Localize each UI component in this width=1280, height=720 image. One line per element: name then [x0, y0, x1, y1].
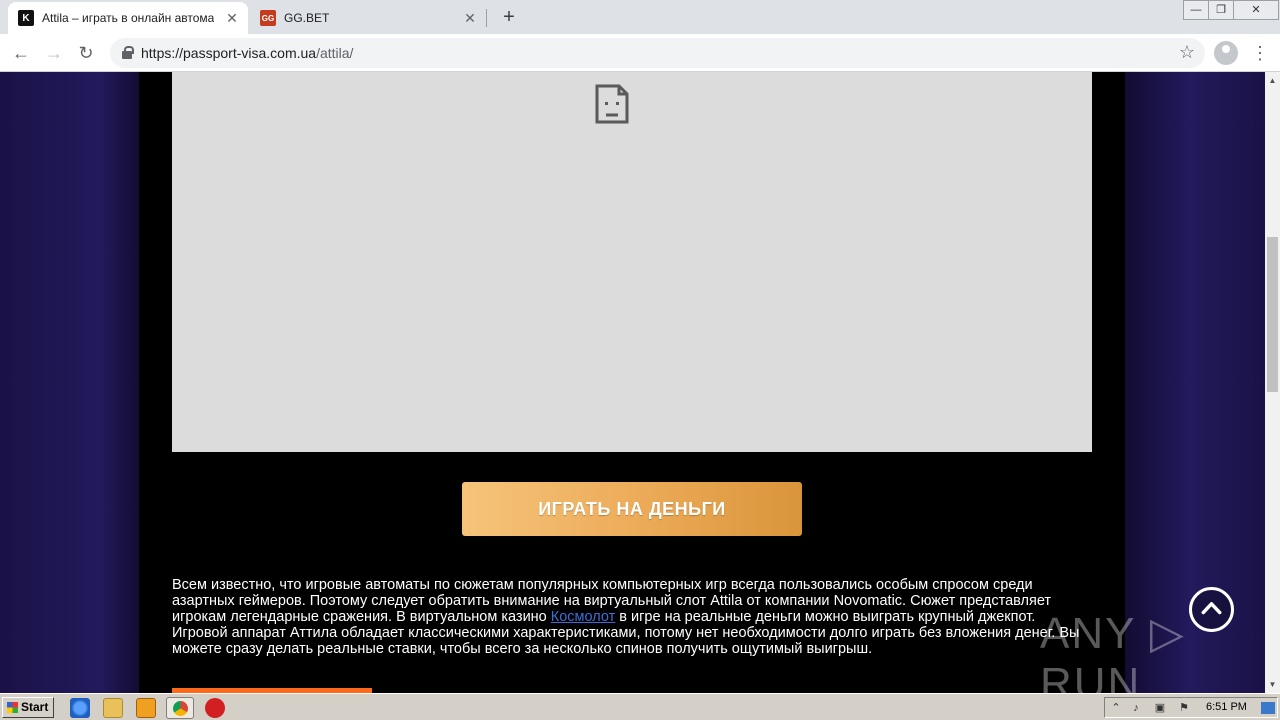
network-icon[interactable]: ▣	[1153, 702, 1167, 714]
chrome-icon	[173, 701, 188, 716]
play-for-money-button[interactable]: ИГРАТЬ НА ДЕНЬГИ	[462, 482, 802, 536]
restore-button[interactable]: ❐	[1208, 0, 1234, 20]
tab-separator	[486, 9, 487, 27]
bookmark-star-icon[interactable]: ☆	[1179, 42, 1195, 63]
media-player-icon[interactable]	[136, 698, 156, 718]
reload-icon[interactable]: ↻	[74, 41, 98, 65]
volume-icon[interactable]: ♪	[1129, 702, 1143, 714]
new-tab-button[interactable]: +	[498, 6, 520, 28]
casino-link[interactable]: Космолот	[551, 609, 616, 625]
windows-taskbar: Start ⌃ ♪ ▣ ⚑ 6:51 PM	[0, 693, 1280, 720]
lock-icon[interactable]	[122, 46, 134, 59]
scroll-down-arrow-icon[interactable]: ▼	[1268, 680, 1277, 689]
start-button[interactable]: Start	[2, 697, 54, 718]
url-path: /attila/	[316, 45, 354, 61]
chrome-taskbar-button[interactable]	[166, 697, 194, 719]
browser-toolbar: ← → ↻ https://passport-visa.com.ua/attil…	[0, 34, 1280, 72]
page-viewport: ИГРАТЬ НА ДЕНЬГИ Всем известно, что игро…	[0, 72, 1265, 693]
internet-explorer-icon[interactable]	[70, 698, 90, 718]
forward-arrow-icon[interactable]: →	[42, 41, 66, 65]
url-host: https://passport-visa.com.ua	[141, 45, 317, 61]
close-tab-icon[interactable]: ✕	[224, 10, 240, 26]
minimize-button[interactable]: —	[1183, 0, 1209, 20]
url-text: https://passport-visa.com.ua/attila/	[141, 45, 353, 61]
sad-page-error-icon	[595, 84, 629, 124]
profile-avatar-icon[interactable]	[1214, 41, 1238, 65]
address-bar[interactable]: https://passport-visa.com.ua/attila/ ☆	[110, 38, 1205, 68]
scroll-up-arrow-icon[interactable]: ▲	[1268, 76, 1277, 85]
system-tray: ⌃ ♪ ▣ ⚑ 6:51 PM	[1104, 697, 1278, 718]
action-center-flag-icon[interactable]: ⚑	[1177, 702, 1191, 714]
page-content: ИГРАТЬ НА ДЕНЬГИ Всем известно, что игро…	[139, 72, 1125, 693]
tab-ggbet[interactable]: GG GG.BET ✕	[250, 2, 486, 34]
back-arrow-icon[interactable]: ←	[9, 41, 33, 65]
tab-title: GG.BET	[284, 11, 330, 25]
tab-title: Attila – играть в онлайн автомат с	[42, 11, 214, 25]
close-tab-icon[interactable]: ✕	[462, 10, 478, 26]
game-iframe[interactable]	[172, 72, 1092, 452]
site-favicon-icon: K	[18, 10, 34, 26]
site-favicon-icon: GG	[260, 10, 276, 26]
tray-expand-icon[interactable]: ⌃	[1109, 702, 1123, 714]
kebab-menu-icon[interactable]: ⋮	[1250, 41, 1270, 65]
article-paragraph: Всем известно, что игровые автоматы по с…	[172, 577, 1087, 657]
folder-icon[interactable]	[103, 698, 123, 718]
anyrun-watermark-logo: ANY ▷ RUN	[1040, 609, 1186, 693]
tab-attila[interactable]: K Attila – играть в онлайн автомат с ✕	[8, 2, 248, 34]
taskbar-clock[interactable]: 6:51 PM	[1206, 701, 1247, 713]
tab-strip: K Attila – играть в онлайн автомат с ✕ G…	[0, 0, 1280, 34]
window-close-button[interactable]: ✕	[1233, 0, 1279, 20]
scrollbar-thumb[interactable]	[1267, 237, 1278, 392]
stop-sign-icon[interactable]	[205, 698, 225, 718]
page-scrollbar[interactable]: ▲ ▼	[1265, 72, 1280, 693]
show-desktop-icon[interactable]	[1261, 702, 1275, 714]
